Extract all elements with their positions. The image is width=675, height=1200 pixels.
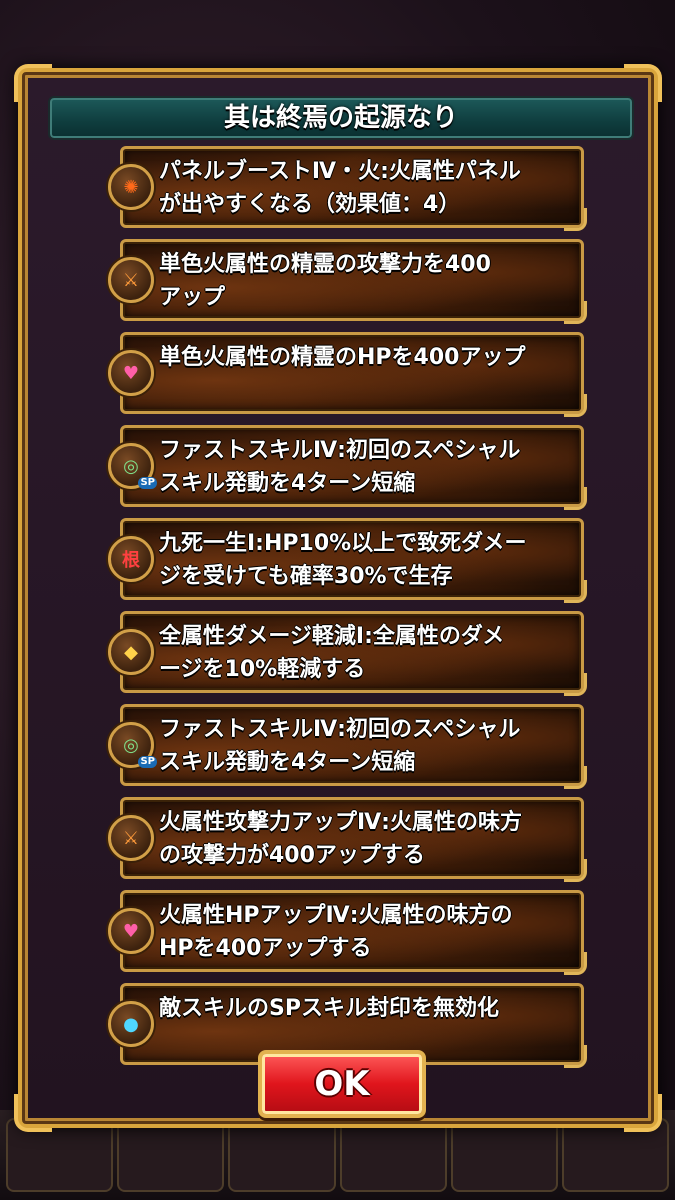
ability-text: 敵スキルのSPスキル封印を無効化 xyxy=(159,996,499,1021)
ability-text: 火属性攻撃力アップⅣ:火属性の味方 の攻撃力が400アップする xyxy=(159,810,522,868)
ability-text: 単色火属性の精霊のHPを400アップ xyxy=(159,345,526,370)
icon-glyph: ✺ xyxy=(123,176,139,198)
ability-card: 九死一生Ⅰ:HP10%以上で致死ダメー ジを受けても確率30%で生存 xyxy=(120,518,587,603)
ability-text: 九死一生Ⅰ:HP10%以上で致死ダメー ジを受けても確率30%で生存 xyxy=(159,531,527,589)
icon-glyph: ◎ xyxy=(123,455,139,477)
ability-list: パネルブーストⅣ・火:火属性パネル が出やすくなる（効果値：4） ✺ 単色火属性の精… xyxy=(108,144,588,1074)
frame-corner xyxy=(14,64,52,102)
bg-tab xyxy=(339,1118,447,1192)
hp-up-icon: ♥ xyxy=(108,350,154,396)
ability-card: 単色火属性の精霊の攻撃力を400 アップ xyxy=(120,239,587,324)
icon-glyph: ◎ xyxy=(123,734,139,756)
ability-row: 単色火属性の精霊の攻撃力を400 アップ ⚔ xyxy=(108,237,588,327)
sp-badge: SP xyxy=(138,477,157,489)
frame-corner xyxy=(14,1094,52,1132)
sp-badge: SP xyxy=(138,756,157,768)
guts-icon: 根 xyxy=(108,536,154,582)
ability-row: パネルブーストⅣ・火:火属性パネル が出やすくなる（効果値：4） ✺ xyxy=(108,144,588,234)
hp-up-icon: ♥ xyxy=(108,908,154,954)
modal-title: 其は終焉の起源なり xyxy=(48,96,634,140)
ability-card: パネルブーストⅣ・火:火属性パネル が出やすくなる（効果値：4） xyxy=(120,146,587,231)
ability-card: 火属性HPアップⅣ:火属性の味方の HPを400アップする xyxy=(120,890,587,975)
icon-glyph: ⚔ xyxy=(122,827,140,849)
ability-row: 全属性ダメージ軽減Ⅰ:全属性のダメ ージを10%軽減する ◆ xyxy=(108,609,588,699)
icon-glyph: ♥ xyxy=(122,920,140,942)
ok-button[interactable]: OK xyxy=(258,1050,426,1118)
ability-row: 九死一生Ⅰ:HP10%以上で致死ダメー ジを受けても確率30%で生存根 xyxy=(108,516,588,606)
bg-tab xyxy=(228,1118,336,1192)
sp-seal-guard-icon: ● xyxy=(108,1001,154,1047)
icon-glyph: ♥ xyxy=(122,362,140,384)
ability-row: 単色火属性の精霊のHPを400アップ ♥ xyxy=(108,330,588,420)
bg-tab xyxy=(450,1118,558,1192)
attack-up-icon: ⚔ xyxy=(108,815,154,861)
icon-glyph: 根 xyxy=(122,550,140,571)
ability-row: ファストスキルⅣ:初回のスペシャル スキル発動を4ターン短縮 ◎ SP xyxy=(108,702,588,792)
ability-text: パネルブーストⅣ・火:火属性パネル が出やすくなる（効果値：4） xyxy=(159,159,521,217)
ability-row: 火属性攻撃力アップⅣ:火属性の味方 の攻撃力が400アップする ⚔ xyxy=(108,795,588,885)
ability-card: 火属性攻撃力アップⅣ:火属性の味方 の攻撃力が400アップする xyxy=(120,797,587,882)
bg-tab xyxy=(117,1118,225,1192)
fire-panel-boost-icon: ✺ xyxy=(108,164,154,210)
ability-card: ファストスキルⅣ:初回のスペシャル スキル発動を4ターン短縮 xyxy=(120,704,587,789)
ability-text: 全属性ダメージ軽減Ⅰ:全属性のダメ ージを10%軽減する xyxy=(159,624,505,682)
ability-text: 単色火属性の精霊の攻撃力を400 アップ xyxy=(159,252,491,310)
ability-row: ファストスキルⅣ:初回のスペシャル スキル発動を4ターン短縮 ◎ SP xyxy=(108,423,588,513)
ability-card: 単色火属性の精霊のHPを400アップ xyxy=(120,332,587,417)
ability-detail-modal: 其は終焉の起源なり パネルブーストⅣ・火:火属性パネル が出やすくなる（効果値：… xyxy=(14,64,662,1132)
damage-reduce-icon: ◆ xyxy=(108,629,154,675)
fast-skill-icon: ◎ SP xyxy=(108,722,157,768)
icon-glyph: ⚔ xyxy=(122,269,140,291)
fast-skill-icon: ◎ SP xyxy=(108,443,157,489)
ability-card: 全属性ダメージ軽減Ⅰ:全属性のダメ ージを10%軽減する xyxy=(120,611,587,696)
ability-text: 火属性HPアップⅣ:火属性の味方の HPを400アップする xyxy=(159,903,513,961)
icon-glyph: ◆ xyxy=(124,641,138,663)
ability-card: ファストスキルⅣ:初回のスペシャル スキル発動を4ターン短縮 xyxy=(120,425,587,510)
ability-text: ファストスキルⅣ:初回のスペシャル スキル発動を4ターン短縮 xyxy=(159,717,521,775)
attack-up-icon: ⚔ xyxy=(108,257,154,303)
ability-row: 火属性HPアップⅣ:火属性の味方の HPを400アップする ♥ xyxy=(108,888,588,978)
icon-glyph: ● xyxy=(123,1013,139,1035)
ability-text: ファストスキルⅣ:初回のスペシャル スキル発動を4ターン短縮 xyxy=(159,438,521,496)
frame-corner xyxy=(624,1094,662,1132)
